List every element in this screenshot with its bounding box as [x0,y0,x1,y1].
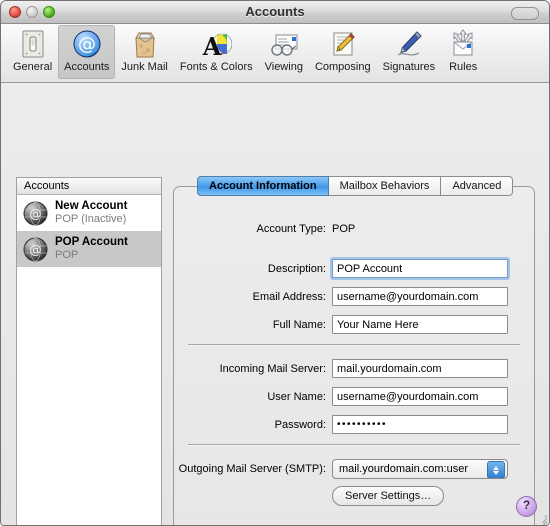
mail-arrows-icon [447,28,479,60]
email-address-input[interactable] [332,287,508,306]
toolbar-label-rules: Rules [449,61,478,73]
paper-bag-icon [129,28,161,60]
account-row-new-account[interactable]: @ New Account POP (Inactive) [17,195,161,231]
outgoing-mail-server-label: Outgoing Mail Server (SMTP): [178,463,326,475]
preferences-body: Accounts @ New Account POP (Inactive) @ … [1,83,549,525]
server-settings-button[interactable]: Server Settings… [332,486,445,506]
account-text-block: New Account POP (Inactive) [55,200,127,226]
toolbar-item-viewing[interactable]: Viewing [259,25,309,79]
account-text-block: POP Account POP [55,236,128,262]
email-address-label: Email Address: [252,290,326,303]
password-label: Password: [274,418,326,431]
toolbar-toggle-button[interactable] [511,7,539,20]
accounts-preferences-window: Accounts General @ Accounts Junk Mail A … [0,0,550,526]
user-name-label: User Name: [267,390,326,403]
at-sphere-icon: @ [71,28,103,60]
section-divider-incoming [188,344,520,345]
account-row-pop-account[interactable]: @ POP Account POP [17,231,161,267]
fountain-pen-icon [393,28,425,60]
account-type-label: Account Type: [256,223,326,235]
field-incoming-mail-server: Incoming Mail Server: [174,359,508,378]
window-titlebar: Accounts [1,1,549,24]
resize-grip[interactable] [534,513,548,525]
incoming-mail-server-input[interactable] [332,359,508,378]
toolbar-item-accounts[interactable]: @ Accounts [58,25,116,79]
toolbar-label-composing: Composing [314,61,371,73]
full-name-input[interactable] [332,315,508,334]
glasses-mail-icon [268,28,300,60]
password-input[interactable] [332,415,508,434]
svg-text:@: @ [30,207,42,221]
field-account-type: Account Type: POP [174,223,355,235]
account-type-value: POP [332,223,356,235]
settings-tab-bar: Account Information Mailbox Behaviors Ad… [197,176,514,196]
tab-mailbox-behaviors[interactable]: Mailbox Behaviors [328,176,442,196]
field-password: Password: [174,415,508,434]
toolbar-label-accounts: Accounts [64,61,110,73]
pencil-paper-icon [327,28,359,60]
toolbar-item-signatures[interactable]: Signatures [377,25,442,79]
switchplate-icon [17,28,49,60]
popup-stepper-arrows-icon[interactable] [487,461,505,478]
description-label: Description: [267,262,326,275]
toolbar-label-junk-mail: Junk Mail [121,61,168,73]
account-globe-icon: @ [22,236,49,263]
tab-advanced[interactable]: Advanced [441,176,514,196]
outgoing-mail-server-value: mail.yourdomain.com:user [339,463,468,475]
field-email-address: Email Address: [174,287,508,306]
account-name: New Account [55,200,128,213]
account-globe-icon: @ [22,200,49,227]
field-user-name: User Name: [174,387,508,406]
field-full-name: Full Name: [174,315,508,334]
svg-text:A: A [202,32,222,60]
account-detail: POP [55,249,79,262]
font-a-color-icon: A [200,28,233,61]
field-description: Description: [174,259,508,278]
preferences-toolbar: General @ Accounts Junk Mail A Fonts & C… [1,24,549,83]
accounts-list[interactable]: Accounts @ New Account POP (Inactive) @ … [16,177,162,525]
account-information-panel: Account Type: POP Description: Email Add… [173,186,535,525]
toolbar-item-rules[interactable]: Rules [441,25,485,79]
toolbar-item-composing[interactable]: Composing [309,25,377,79]
toolbar-item-fonts-colors[interactable]: A Fonts & Colors [174,25,259,79]
window-title: Accounts [245,4,305,19]
toolbar-label-viewing: Viewing [264,61,303,73]
section-divider-outgoing [188,444,520,445]
field-outgoing-mail-server: Outgoing Mail Server (SMTP): mail.yourdo… [174,459,508,479]
account-detail: POP (Inactive) [55,213,127,226]
user-name-input[interactable] [332,387,508,406]
accounts-list-header: Accounts [17,178,161,195]
outgoing-mail-server-popup[interactable]: mail.yourdomain.com:user [332,459,508,479]
tab-account-information[interactable]: Account Information [197,176,329,196]
svg-text:@: @ [78,34,96,55]
toolbar-label-signatures: Signatures [382,61,436,73]
incoming-mail-server-label: Incoming Mail Server: [219,362,326,375]
description-input[interactable] [332,259,508,278]
toolbar-item-general[interactable]: General [7,25,58,79]
svg-text:@: @ [30,243,42,257]
toolbar-label-general: General [13,61,53,73]
toolbar-label-fonts-colors: Fonts & Colors [179,61,253,73]
account-name: POP Account [55,236,128,249]
toolbar-item-junk-mail[interactable]: Junk Mail [115,25,173,79]
full-name-label: Full Name: [272,318,326,331]
server-settings-row: Server Settings… [174,486,445,506]
